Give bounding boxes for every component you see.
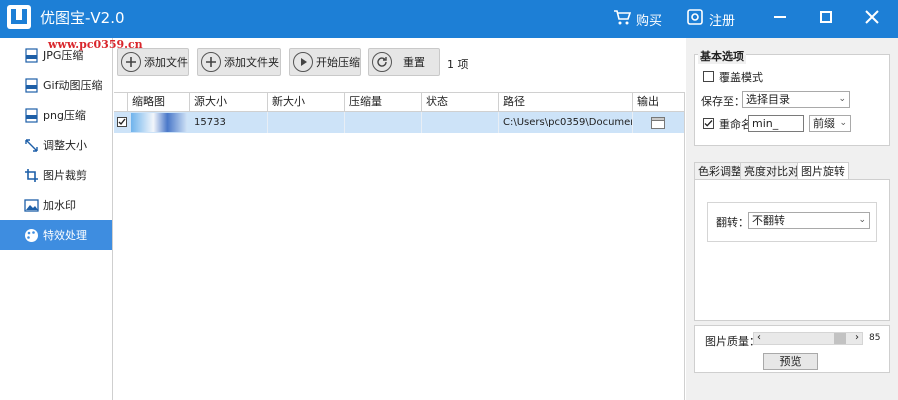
sidebar-item-png[interactable]: png压缩 xyxy=(0,100,112,130)
sidebar-item-label: Gif动图压缩 xyxy=(43,79,103,92)
tab-brightness-contrast[interactable]: 亮度对比对 xyxy=(740,162,803,180)
sidebar-item-label: 特效处理 xyxy=(43,229,87,242)
rename-checkbox[interactable] xyxy=(703,118,714,129)
table-header-status[interactable]: 状态 xyxy=(422,93,499,112)
sidebar-item-gif[interactable]: Gif动图压缩 xyxy=(0,70,112,100)
crop-icon xyxy=(24,168,39,183)
jpg-file-icon xyxy=(24,47,39,63)
quality-label: 图片质量： xyxy=(705,335,760,348)
palette-icon xyxy=(24,228,39,243)
title-bar: 优图宝-V2.0 购买 注册 xyxy=(0,0,898,38)
watermark-icon xyxy=(24,198,39,213)
item-count: 1 项 xyxy=(447,58,469,71)
add-folder-button[interactable]: 添加文件夹 xyxy=(197,48,281,76)
rename-position-value: 前缀 xyxy=(813,117,835,130)
table-header-source-size[interactable]: 源大小 xyxy=(190,93,268,112)
rename-position-select[interactable]: 前缀 ⌄ xyxy=(809,115,851,132)
preview-button[interactable]: 预览 xyxy=(763,353,818,370)
close-icon xyxy=(865,9,879,27)
reset-label: 重置 xyxy=(403,56,425,69)
cell-new-size xyxy=(268,112,345,133)
register-label: 注册 xyxy=(709,13,736,29)
app-title: 优图宝-V2.0 xyxy=(40,9,125,27)
slider-right-arrow-icon[interactable]: › xyxy=(855,332,859,343)
cell-source-size: 15733 xyxy=(190,112,268,133)
slider-left-arrow-icon[interactable]: ‹ xyxy=(757,332,761,343)
sidebar: JPG压缩 Gif动图压缩 png压缩 调整大小 图片裁剪 加水印 特效处理 xyxy=(0,38,113,400)
sidebar-item-resize[interactable]: 调整大小 xyxy=(0,130,112,160)
chevron-down-icon: ⌄ xyxy=(839,118,847,128)
cell-path: C:\Users\pc0359\Documents... xyxy=(499,112,633,133)
table-header-new-size[interactable]: 新大小 xyxy=(268,93,345,112)
table-header-output[interactable]: 输出 xyxy=(633,93,684,112)
add-file-button[interactable]: 添加文件 xyxy=(117,48,189,76)
sidebar-item-label: 图片裁剪 xyxy=(43,169,87,182)
table-row[interactable]: 15733 C:\Users\pc0359\Documents... xyxy=(114,112,684,133)
sidebar-item-label: 调整大小 xyxy=(43,139,87,152)
register-button[interactable]: 注册 xyxy=(686,9,735,29)
save-to-label: 保存至： xyxy=(701,95,745,108)
cart-icon xyxy=(613,8,632,30)
flip-group: 翻转： 不翻转 ⌄ xyxy=(707,202,877,242)
start-compress-label: 开始压缩 xyxy=(316,56,360,69)
maximize-icon xyxy=(819,10,833,27)
overwrite-checkbox[interactable] xyxy=(703,71,714,82)
sidebar-item-crop[interactable]: 图片裁剪 xyxy=(0,160,112,190)
plus-icon xyxy=(201,52,221,72)
slider-thumb[interactable] xyxy=(834,333,846,344)
quality-slider[interactable]: ‹ › xyxy=(753,332,863,345)
sidebar-item-watermark[interactable]: 加水印 xyxy=(0,190,112,220)
basic-options-title: 基本选项 xyxy=(698,48,746,64)
table-header-thumbnail[interactable]: 缩略图 xyxy=(128,93,190,112)
minimize-icon xyxy=(773,10,787,27)
register-icon xyxy=(686,8,704,30)
flip-label: 翻转： xyxy=(716,216,749,229)
folder-window-icon[interactable] xyxy=(651,116,665,133)
add-file-label: 添加文件 xyxy=(144,56,188,69)
options-panel: 覆盖模式 保存至： 选择目录 ⌄ 重命名 min_ 前缀 ⌄ 基本选项 色彩调整… xyxy=(686,38,898,400)
table-header-ratio[interactable]: 压缩量 xyxy=(345,93,422,112)
quality-value: 85 xyxy=(869,333,881,343)
buy-label: 购买 xyxy=(636,13,663,29)
plus-icon xyxy=(121,52,141,72)
basic-options-group: 覆盖模式 保存至： 选择目录 ⌄ 重命名 min_ 前缀 ⌄ xyxy=(694,54,890,146)
add-folder-label: 添加文件夹 xyxy=(224,56,279,69)
table-header-checkbox xyxy=(114,93,128,112)
save-to-value: 选择目录 xyxy=(746,93,790,106)
cell-status xyxy=(422,112,499,133)
chevron-down-icon: ⌄ xyxy=(858,215,866,225)
png-file-icon xyxy=(24,107,39,123)
site-watermark: www.pc0359.cn xyxy=(48,38,143,51)
maximize-button[interactable] xyxy=(812,5,840,31)
tab-color-adjust[interactable]: 色彩调整 xyxy=(694,162,746,180)
chevron-down-icon: ⌄ xyxy=(838,94,846,104)
app-logo-icon xyxy=(4,3,34,33)
gif-file-icon xyxy=(24,77,39,93)
quality-area: 图片质量： ‹ › 85 预览 xyxy=(694,325,890,373)
row-checkbox[interactable] xyxy=(117,117,127,127)
buy-button[interactable]: 购买 xyxy=(613,9,662,29)
cell-output[interactable] xyxy=(633,112,684,133)
rotate-tab-panel: 翻转： 不翻转 ⌄ xyxy=(694,179,890,321)
close-button[interactable] xyxy=(858,5,886,31)
rename-input[interactable]: min_ xyxy=(748,115,804,132)
play-icon xyxy=(293,52,313,72)
start-compress-button[interactable]: 开始压缩 xyxy=(289,48,361,76)
thumbnail-image xyxy=(131,113,187,132)
flip-value: 不翻转 xyxy=(752,214,785,227)
table-header-path[interactable]: 路径 xyxy=(499,93,633,112)
sidebar-item-label: png压缩 xyxy=(43,109,86,122)
resize-icon xyxy=(24,138,39,153)
reset-button[interactable]: 重置 xyxy=(368,48,440,76)
minimize-button[interactable] xyxy=(766,5,794,31)
refresh-icon xyxy=(372,52,392,72)
cell-ratio xyxy=(345,112,422,133)
file-table: 缩略图 源大小 新大小 压缩量 状态 路径 输出 15733 C:\Users\… xyxy=(114,92,685,400)
sidebar-item-label: 加水印 xyxy=(43,199,76,212)
save-to-select[interactable]: 选择目录 ⌄ xyxy=(742,91,850,108)
overwrite-label: 覆盖模式 xyxy=(719,71,763,84)
sidebar-item-effects[interactable]: 特效处理 xyxy=(0,220,112,250)
flip-select[interactable]: 不翻转 ⌄ xyxy=(748,212,870,229)
